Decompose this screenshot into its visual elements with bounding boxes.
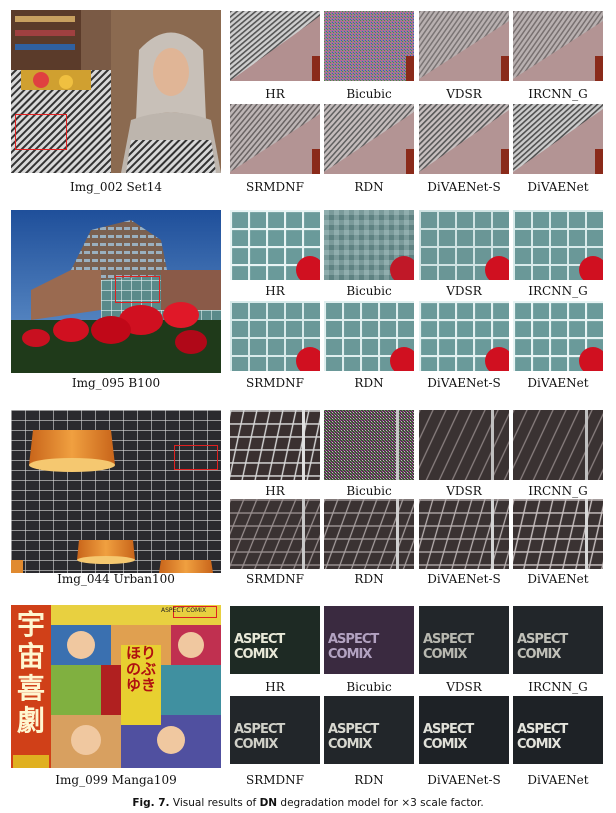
patch-rdn: ASPECT COMIX [324, 696, 414, 764]
patch-rdn [324, 301, 414, 371]
figure-caption: Fig. 7. Visual results of DN degradation… [0, 797, 616, 809]
label-srmdnf: SRMDNF [246, 376, 304, 390]
main-image-barbara [11, 10, 221, 173]
label-rdn: RDN [354, 180, 384, 194]
roi-box [15, 114, 67, 150]
roi-box [115, 276, 160, 303]
caption-text-after: degradation model for ×3 scale factor. [280, 797, 484, 809]
label-rdn: RDN [354, 773, 384, 787]
label-divaenet: DiVAENet [527, 180, 589, 194]
label-srmdnf: SRMDNF [246, 572, 304, 586]
label-divaenet-s: DiVAENet-S [427, 773, 501, 787]
patch-text: ASPECT COMIX [517, 632, 568, 662]
patch-hr: ASPECT COMIX [230, 606, 320, 674]
label-srmdnf: SRMDNF [246, 773, 304, 787]
patch-text: ASPECT COMIX [423, 722, 474, 752]
patch-ircnn-g [513, 410, 603, 480]
patch-divaenet-s [419, 104, 509, 174]
patch-divaenet: ASPECT COMIX [513, 696, 603, 764]
label-srmdnf: SRMDNF [246, 180, 304, 194]
main-image-caption: Img_095 B100 [71, 376, 161, 390]
label-vdsr: VDSR [446, 680, 482, 694]
patch-ircnn-g [513, 210, 603, 280]
patch-srmdnf [230, 301, 320, 371]
patch-hr [230, 410, 320, 480]
label-ircnn-g: IRCNN_G [528, 680, 588, 694]
patch-divaenet [513, 104, 603, 174]
label-divaenet: DiVAENet [527, 572, 589, 586]
patch-text: ASPECT COMIX [234, 722, 285, 752]
patch-ircnn-g: ASPECT COMIX [513, 606, 603, 674]
cover-publisher: ASPECT COMIX [161, 607, 207, 614]
label-bicubic: Bicubic [346, 284, 392, 298]
main-image-building [11, 210, 221, 373]
label-vdsr: VDSR [446, 484, 482, 498]
patch-srmdnf [230, 104, 320, 174]
row-b100: Img_095 B100 HR Bicubic VDSR IRCNN_G SRM… [0, 200, 616, 400]
patch-hr [230, 210, 320, 280]
patch-vdsr [419, 210, 509, 280]
cover-title: 宇宙喜劇 [16, 608, 45, 737]
label-ircnn-g: IRCNN_G [528, 87, 588, 101]
main-image-ceiling [11, 410, 221, 573]
patch-bicubic [324, 11, 414, 81]
patch-divaenet-s [419, 499, 509, 569]
patch-text: ASPECT COMIX [234, 632, 285, 662]
label-hr: HR [265, 87, 285, 101]
patch-vdsr [419, 11, 509, 81]
patch-divaenet [513, 499, 603, 569]
label-hr: HR [265, 680, 285, 694]
row-urban100: Img_044 Urban100 HR Bicubic VDSR IRCNN_G… [0, 400, 616, 600]
label-divaenet-s: DiVAENet-S [427, 180, 501, 194]
patch-text: ASPECT COMIX [517, 722, 568, 752]
patch-text: ASPECT COMIX [328, 632, 379, 662]
label-ircnn-g: IRCNN_G [528, 484, 588, 498]
patch-divaenet [513, 301, 603, 371]
label-ircnn-g: IRCNN_G [528, 284, 588, 298]
patch-vdsr: ASPECT COMIX [419, 606, 509, 674]
label-divaenet-s: DiVAENet-S [427, 376, 501, 390]
patch-bicubic: ASPECT COMIX [324, 606, 414, 674]
row-manga109: 宇宙喜劇 ASPECT COMIX ほりのぶゆき Img_099 Manga10… [0, 600, 616, 790]
patch-bicubic [324, 210, 414, 280]
patch-vdsr [419, 410, 509, 480]
label-rdn: RDN [354, 376, 384, 390]
patch-divaenet-s: ASPECT COMIX [419, 696, 509, 764]
patch-srmdnf [230, 499, 320, 569]
main-image-caption: Img_099 Manga109 [55, 773, 177, 787]
label-rdn: RDN [354, 572, 384, 586]
main-image-caption: Img_044 Urban100 [57, 572, 175, 586]
label-bicubic: Bicubic [346, 87, 392, 101]
patch-hr [230, 11, 320, 81]
patch-ircnn-g [513, 11, 603, 81]
patch-rdn [324, 104, 414, 174]
label-hr: HR [265, 484, 285, 498]
caption-text-before: Visual results of [172, 797, 257, 809]
patch-text: ASPECT COMIX [423, 632, 474, 662]
row-set14: Img_002 Set14 HR Bicubic VDSR IRCNN_G SR… [0, 0, 616, 200]
patch-bicubic [324, 410, 414, 480]
cover-author: ほりのぶゆき [125, 644, 156, 694]
patch-srmdnf: ASPECT COMIX [230, 696, 320, 764]
label-bicubic: Bicubic [346, 484, 392, 498]
patch-rdn [324, 499, 414, 569]
label-divaenet: DiVAENet [527, 773, 589, 787]
main-image-caption: Img_002 Set14 [70, 180, 162, 194]
label-bicubic: Bicubic [346, 680, 392, 694]
patch-divaenet-s [419, 301, 509, 371]
label-divaenet: DiVAENet [527, 376, 589, 390]
main-image-manga-cover: 宇宙喜劇 ASPECT COMIX ほりのぶゆき [11, 605, 221, 768]
label-vdsr: VDSR [446, 87, 482, 101]
label-divaenet-s: DiVAENet-S [427, 572, 501, 586]
caption-bold-term: DN [259, 797, 278, 809]
label-vdsr: VDSR [446, 284, 482, 298]
figure-number: Fig. 7. [132, 797, 170, 809]
patch-text: ASPECT COMIX [328, 722, 379, 752]
label-hr: HR [265, 284, 285, 298]
roi-box [174, 445, 218, 470]
